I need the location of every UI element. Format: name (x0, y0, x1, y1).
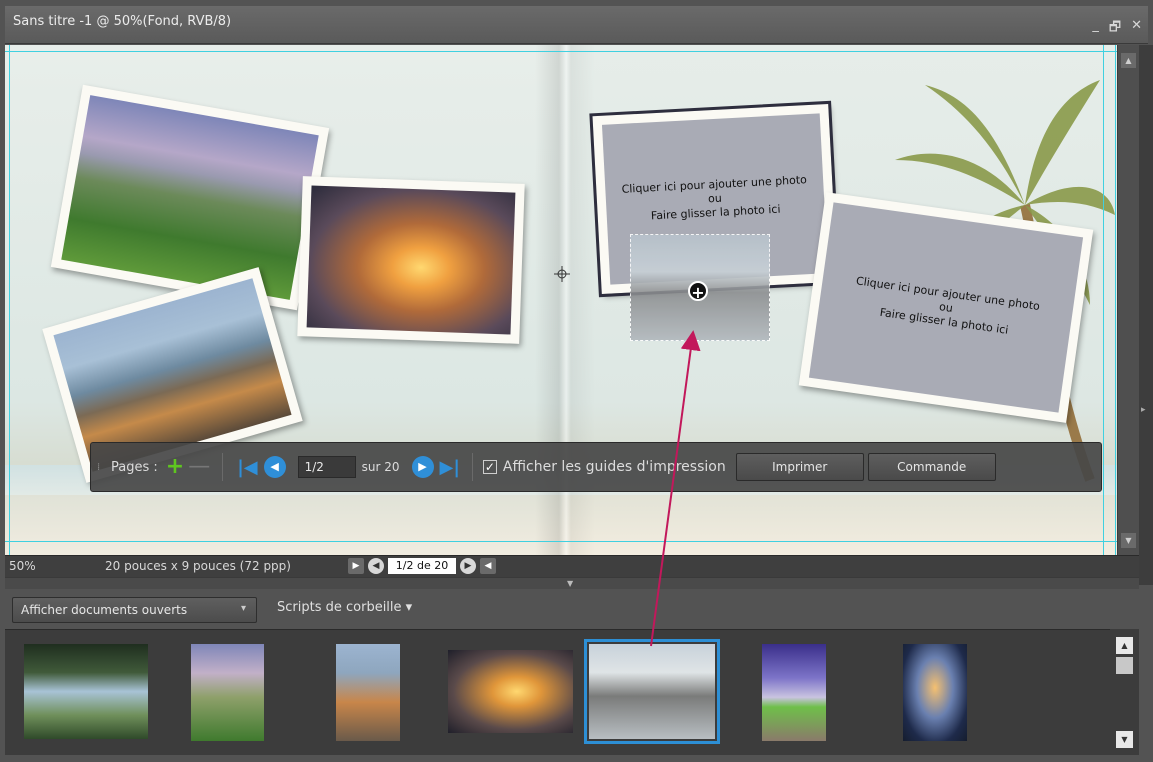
bin-thumbnail-boat[interactable] (762, 644, 826, 741)
bin-thumbnail-mountain[interactable] (191, 644, 264, 741)
add-page-button[interactable]: + (166, 456, 184, 478)
status-page-navigation: ▶ ◀ 1/2 de 20 ▶ ◀ (348, 558, 496, 574)
page-total-label: sur 20 (361, 460, 400, 474)
show-open-documents-dropdown[interactable]: Afficher documents ouverts ▾ (12, 597, 257, 623)
bin-thumbnail-boat-sunset[interactable] (903, 644, 967, 741)
document-title: Sans titre -1 @ 50%(Fond, RVB/8) (13, 14, 232, 29)
placeholder-frame[interactable]: Cliquer ici pour ajouter une photo ou Fa… (808, 202, 1084, 413)
bin-thumbnail-palm-lake[interactable] (24, 644, 148, 739)
status-page-indicator[interactable]: 1/2 de 20 (388, 558, 456, 574)
print-guide-right (1103, 45, 1104, 555)
close-icon[interactable]: ✕ (1131, 18, 1142, 40)
remove-page-button[interactable]: — (188, 456, 210, 478)
window-controls: _ 🗗 ✕ (1092, 18, 1142, 40)
bin-scroll-up-icon[interactable]: ▲ (1116, 637, 1133, 654)
collapse-handle-icon[interactable]: ▼ (567, 579, 573, 588)
scroll-down-icon[interactable]: ▼ (1121, 533, 1136, 548)
expand-panel-icon[interactable]: ▸ (1141, 405, 1146, 415)
minimize-icon[interactable]: _ (1092, 18, 1099, 40)
show-guides-checkbox[interactable]: ✓ (482, 460, 497, 474)
bin-thumbnail-sunset[interactable] (448, 650, 573, 733)
show-guides-label[interactable]: Afficher les guides d'impression (503, 459, 726, 475)
scroll-up-icon[interactable]: ▲ (1121, 53, 1136, 68)
toolbar-divider (222, 453, 224, 481)
status-next-page-button[interactable]: ▶ (460, 558, 476, 574)
status-bar: 50% 20 pouces x 9 pouces (72 ppp) ▶ ◀ 1/… (5, 555, 1139, 577)
dropdown-value: Afficher documents ouverts (21, 603, 188, 617)
print-guide-bottom (5, 541, 1117, 542)
chevron-down-icon: ▾ (240, 603, 246, 614)
photo-editor-window: Sans titre -1 @ 50%(Fond, RVB/8) _ 🗗 ✕ C… (0, 0, 1153, 762)
bin-scrollbar[interactable]: ▲ ▼ (1110, 629, 1139, 755)
bin-scripts-menu[interactable]: Scripts de corbeille ▾ (277, 600, 412, 615)
panel-edge[interactable]: ▸ (1139, 45, 1153, 585)
restore-icon[interactable]: 🗗 (1109, 18, 1121, 40)
bin-scroll-thumb[interactable] (1116, 657, 1133, 674)
next-page-button[interactable]: ▶ (411, 456, 434, 478)
previous-page-button[interactable]: ◀ (263, 456, 286, 478)
document-title-bar[interactable]: Sans titre -1 @ 50%(Fond, RVB/8) _ 🗗 ✕ (5, 6, 1148, 44)
project-bin[interactable] (5, 629, 1110, 755)
horizontal-scroll-left-icon[interactable]: ◀ (480, 558, 496, 574)
zoom-level[interactable]: 50% (9, 559, 36, 573)
canvas-vertical-scrollbar[interactable]: ▲ ▼ (1117, 45, 1139, 555)
toolbar-grip-icon[interactable]: ⁞ (97, 462, 103, 473)
photo-image (306, 185, 516, 335)
bin-scroll-down-icon[interactable]: ▼ (1116, 731, 1133, 748)
order-button[interactable]: Commande (867, 453, 996, 481)
photo-sunset[interactable] (297, 176, 525, 344)
first-page-button[interactable]: |◀ (237, 457, 257, 478)
bin-thumbnail-kids[interactable] (336, 644, 400, 741)
status-menu-arrow-icon[interactable]: ▶ (348, 558, 364, 574)
status-previous-page-button[interactable]: ◀ (368, 558, 384, 574)
crosshair-icon (554, 266, 570, 282)
print-guide-left (9, 45, 10, 555)
pages-label: Pages : (111, 459, 158, 475)
pages-toolbar: ⁞ Pages : + — |◀ ◀ 1/2 sur 20 ▶ ▶| ✓ Aff… (90, 442, 1102, 492)
project-bin-header: Afficher documents ouverts ▾ Scripts de … (5, 589, 1139, 629)
print-guide-top (5, 51, 1117, 52)
panel-splitter[interactable]: ▼ (5, 577, 1139, 589)
document-size: 20 pouces x 9 pouces (72 ppp) (105, 559, 291, 573)
print-guide-right-outer (1115, 45, 1116, 555)
toolbar-divider (471, 453, 473, 481)
bin-thumbnail-rocks-selected[interactable] (584, 639, 720, 744)
page-number-input[interactable]: 1/2 (297, 456, 356, 478)
photo-image (61, 95, 319, 300)
photo-placeholder-2[interactable]: Cliquer ici pour ajouter une photo ou Fa… (798, 192, 1094, 423)
print-button[interactable]: Imprimer (735, 453, 864, 481)
add-drop-cursor-icon: + (688, 281, 708, 302)
last-page-button[interactable]: ▶| (440, 457, 460, 478)
